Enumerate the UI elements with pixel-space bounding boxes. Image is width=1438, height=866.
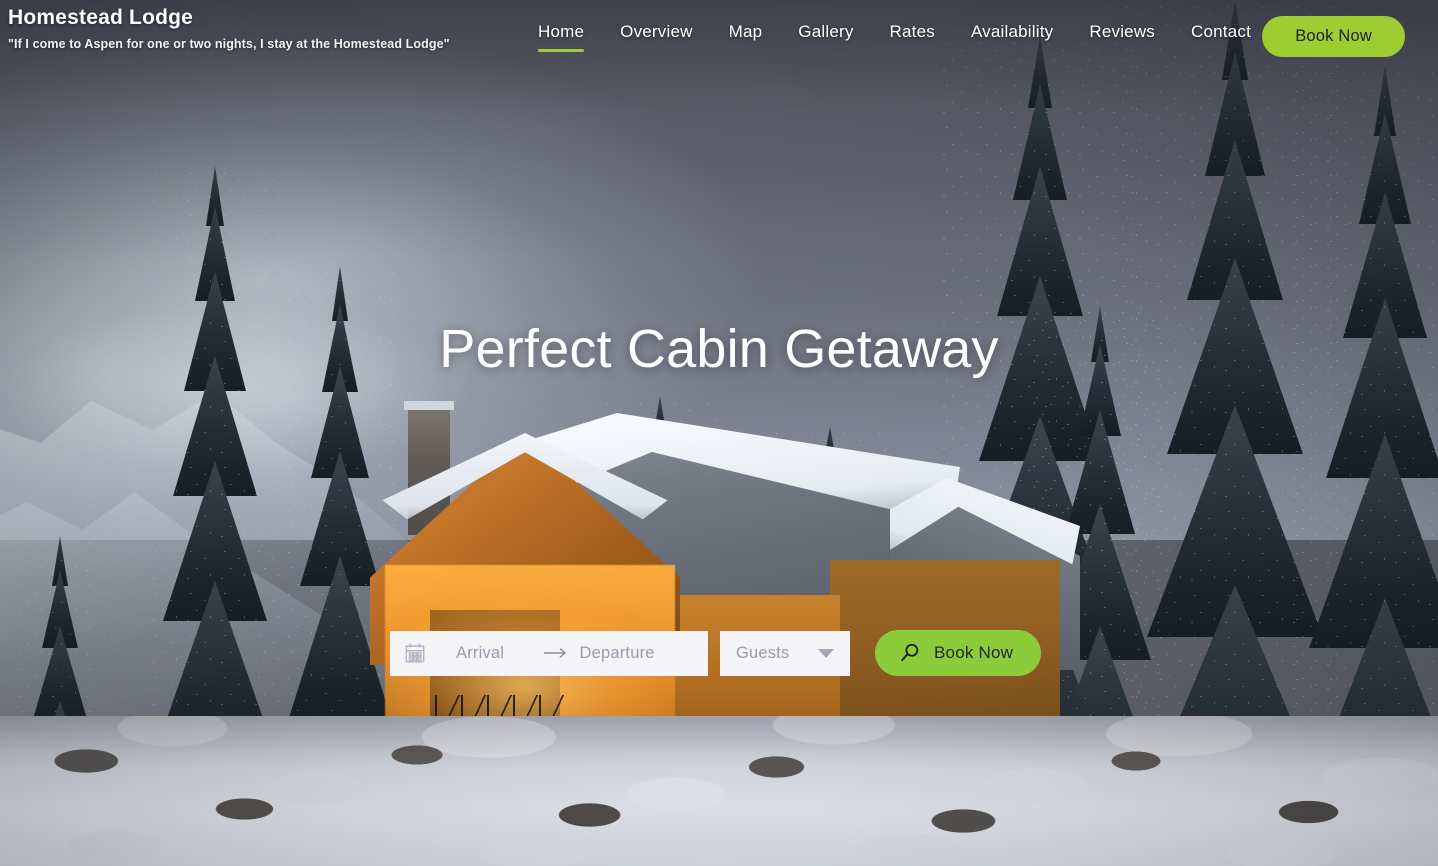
- arrow-right-icon: [543, 647, 569, 659]
- calendar-icon: [404, 642, 426, 664]
- chevron-down-icon: [818, 648, 834, 658]
- nav-item-gallery[interactable]: Gallery: [780, 22, 871, 42]
- main-navigation: Home Overview Map Gallery Rates Availabi…: [520, 22, 1269, 52]
- search-icon: [899, 642, 921, 664]
- nav-item-availability[interactable]: Availability: [953, 22, 1071, 42]
- guests-select[interactable]: Guests: [720, 630, 850, 676]
- book-now-search-label: Book Now: [934, 643, 1014, 662]
- nav-item-map[interactable]: Map: [711, 22, 781, 42]
- nav-item-overview[interactable]: Overview: [602, 22, 710, 42]
- hero-title: Perfect Cabin Getaway: [439, 319, 999, 379]
- hero-background-image: [0, 0, 1438, 866]
- brand[interactable]: Homestead Lodge "If I come to Aspen for …: [8, 6, 478, 51]
- site-header: Homestead Lodge "If I come to Aspen for …: [0, 0, 1438, 72]
- book-now-search-button[interactable]: Book Now: [875, 630, 1042, 676]
- booking-bar: Arrival Departure Guests Book Now: [390, 630, 1042, 676]
- date-range-field[interactable]: Arrival Departure: [390, 630, 708, 676]
- nav-item-rates[interactable]: Rates: [872, 22, 953, 42]
- nav-item-contact[interactable]: Contact: [1173, 22, 1269, 42]
- overlay-vignette: [0, 0, 1438, 866]
- hero-page: Homestead Lodge "If I come to Aspen for …: [0, 0, 1438, 866]
- book-now-header-button[interactable]: Book Now: [1262, 16, 1405, 57]
- nav-item-reviews[interactable]: Reviews: [1071, 22, 1173, 42]
- arrival-input[interactable]: Arrival: [456, 644, 504, 663]
- nav-item-home[interactable]: Home: [520, 22, 602, 52]
- brand-title: Homestead Lodge: [8, 6, 194, 29]
- brand-tagline: "If I come to Aspen for one or two night…: [8, 37, 450, 51]
- guests-select-value: Guests: [736, 643, 790, 662]
- departure-input[interactable]: Departure: [579, 644, 654, 663]
